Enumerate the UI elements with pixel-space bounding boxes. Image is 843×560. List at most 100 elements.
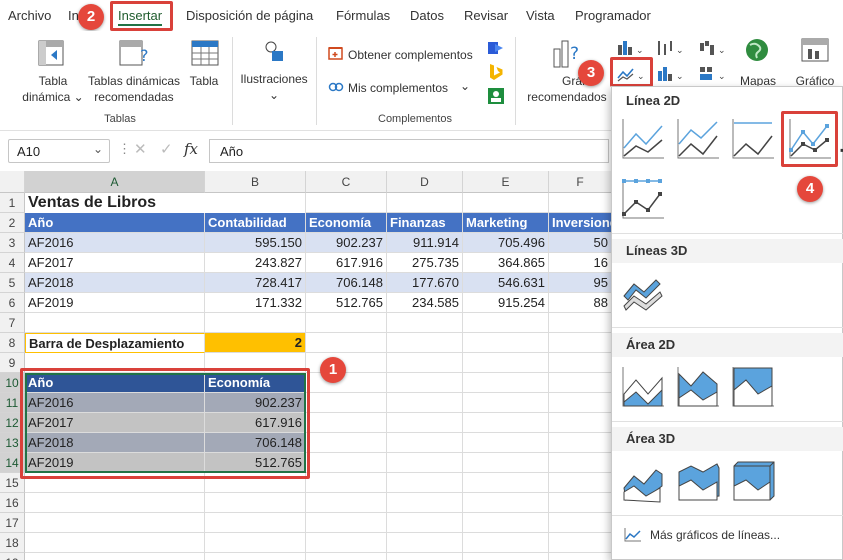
btn-ilustraciones[interactable]: Ilustraciones ⌄ (238, 71, 310, 103)
cell-d4[interactable]: 275.735 (387, 253, 463, 273)
name-box[interactable]: A10 ⌄ (8, 139, 110, 163)
chart-100-stacked-line[interactable] (729, 115, 775, 161)
table-icon (190, 39, 220, 72)
chart-stacked-line-markers[interactable] (619, 175, 665, 221)
column-header-d[interactable]: D (387, 171, 463, 193)
cell-e4[interactable]: 364.865 (463, 253, 549, 273)
btn-tablas-recomendadas[interactable]: Tablas dinámicas recomendadas (88, 73, 180, 105)
cell-d6[interactable]: 234.585 (387, 293, 463, 313)
confirm-icon[interactable]: ✓ (160, 140, 173, 158)
row-header-17[interactable]: 17 (0, 513, 25, 533)
chart-stacked-line[interactable] (674, 115, 720, 161)
cell-b8-scroll-value[interactable]: 2 (205, 333, 306, 353)
row-header-4[interactable]: 4 (0, 253, 25, 273)
cell-d3[interactable]: 911.914 (387, 233, 463, 253)
highlight-line-markers (781, 111, 838, 167)
row-header-18[interactable]: 18 (0, 533, 25, 553)
cell-b2[interactable]: Contabilidad (205, 213, 306, 233)
chart-stacked-area[interactable] (674, 363, 720, 409)
row-header-8[interactable]: 8 (0, 333, 25, 353)
mis-complementos-dropdown-icon[interactable]: ⌄ (460, 78, 470, 94)
cell-a8-scroll-label[interactable]: Barra de Desplazamiento (25, 333, 205, 353)
column-header-c[interactable]: C (306, 171, 387, 193)
svg-text:⌄: ⌄ (636, 46, 644, 56)
cell-f4[interactable]: 16 (549, 253, 612, 273)
hierarchy-chart-icon[interactable]: ⌄ (698, 65, 728, 86)
menu-vista[interactable]: Vista (526, 8, 555, 23)
cell-f5[interactable]: 95 (549, 273, 612, 293)
recommended-pivot-icon: ? (118, 39, 150, 72)
chart-area[interactable] (619, 363, 665, 409)
bing-maps-icon[interactable] (487, 63, 505, 84)
cell-a2[interactable]: Año (25, 213, 205, 233)
row-header-7[interactable]: 7 (0, 313, 25, 333)
percent-area-thumb-icon (732, 367, 774, 407)
cell-f6[interactable]: 88 (549, 293, 612, 313)
cell-c6[interactable]: 512.765 (306, 293, 387, 313)
group-tablas-label: Tablas (104, 113, 136, 125)
row-header-3[interactable]: 3 (0, 233, 25, 253)
cell-d2[interactable]: Finanzas (387, 213, 463, 233)
cell-b5[interactable]: 728.417 (205, 273, 306, 293)
cell-e6[interactable]: 915.254 (463, 293, 549, 313)
people-graph-icon[interactable] (487, 87, 505, 108)
row-header-16[interactable]: 16 (0, 493, 25, 513)
stock-chart-icon[interactable]: ⌄ (656, 39, 686, 60)
row-header-2[interactable]: 2 (0, 213, 25, 233)
cell-d5[interactable]: 177.670 (387, 273, 463, 293)
btn-mis-complementos[interactable]: Mis complementos (348, 80, 448, 96)
row-header-5[interactable]: 5 (0, 273, 25, 293)
cell-a4[interactable]: AF2017 (25, 253, 205, 273)
cell-f3[interactable]: 50 (549, 233, 612, 253)
cell-a5[interactable]: AF2018 (25, 273, 205, 293)
cell-c2[interactable]: Economía (306, 213, 387, 233)
cell-e5[interactable]: 546.631 (463, 273, 549, 293)
cell-e2[interactable]: Marketing (463, 213, 549, 233)
maps-globe-icon (744, 37, 770, 66)
chart-3d-stacked-area[interactable] (674, 457, 720, 503)
row-header-1[interactable]: 1 (0, 193, 25, 213)
cell-a1-title[interactable]: Ventas de Libros (25, 193, 305, 213)
menu-formulas[interactable]: Fórmulas (336, 8, 390, 23)
menu-programador[interactable]: Programador (575, 8, 651, 23)
cell-b3[interactable]: 595.150 (205, 233, 306, 253)
cell-b6[interactable]: 171.332 (205, 293, 306, 313)
cell-f2[interactable]: Inversiones (549, 213, 612, 233)
histogram-chart-icon[interactable]: ⌄ (656, 65, 686, 86)
cell-a6[interactable]: AF2019 (25, 293, 205, 313)
column-header-e[interactable]: E (463, 171, 549, 193)
formula-input[interactable]: Año (209, 139, 609, 163)
cell-b4[interactable]: 243.827 (205, 253, 306, 273)
chart-3d-line[interactable] (619, 269, 665, 315)
cell-e3[interactable]: 705.496 (463, 233, 549, 253)
btn-tabla-dinamica[interactable]: Tabla dinámica ⌄ (18, 73, 88, 105)
column-header-a[interactable]: A (25, 171, 205, 193)
waterfall-chart-icon[interactable]: ⌄ (698, 39, 728, 60)
menu-revisar[interactable]: Revisar (464, 8, 508, 23)
column-header-b[interactable]: B (205, 171, 306, 193)
chart-100-stacked-area[interactable] (729, 363, 775, 409)
line-chart-gallery: Línea 2D ▪ Líneas 3D Área 2D Área 3D Más… (611, 86, 843, 560)
chart-line[interactable] (619, 115, 665, 161)
visio-icon[interactable] (487, 39, 505, 60)
cell-a3[interactable]: AF2016 (25, 233, 205, 253)
row-header-19[interactable]: 19 (0, 553, 25, 560)
chart-3d-area[interactable] (619, 457, 665, 503)
row-header-6[interactable]: 6 (0, 293, 25, 313)
chart-3d-100-stacked-area[interactable] (729, 457, 775, 503)
menu-archivo[interactable]: Archivo (8, 8, 51, 23)
cell-c5[interactable]: 706.148 (306, 273, 387, 293)
menu-datos[interactable]: Datos (410, 8, 444, 23)
fx-icon[interactable]: fx (184, 140, 198, 158)
cancel-icon[interactable]: ✕ (134, 140, 147, 158)
select-all-corner[interactable] (0, 171, 25, 193)
btn-tabla[interactable]: Tabla (188, 73, 220, 89)
column-header-f[interactable]: F (549, 171, 612, 193)
cell-c3[interactable]: 902.237 (306, 233, 387, 253)
pivot-table-icon (37, 39, 67, 72)
menu-disposicion[interactable]: Disposición de página (186, 8, 313, 23)
cell-c4[interactable]: 617.916 (306, 253, 387, 273)
more-line-charts-link[interactable]: Más gráficos de líneas... (650, 528, 780, 542)
name-box-dropdown-icon[interactable]: ⌄ (93, 142, 103, 156)
btn-obtener-complementos[interactable]: Obtener complementos (348, 47, 473, 63)
